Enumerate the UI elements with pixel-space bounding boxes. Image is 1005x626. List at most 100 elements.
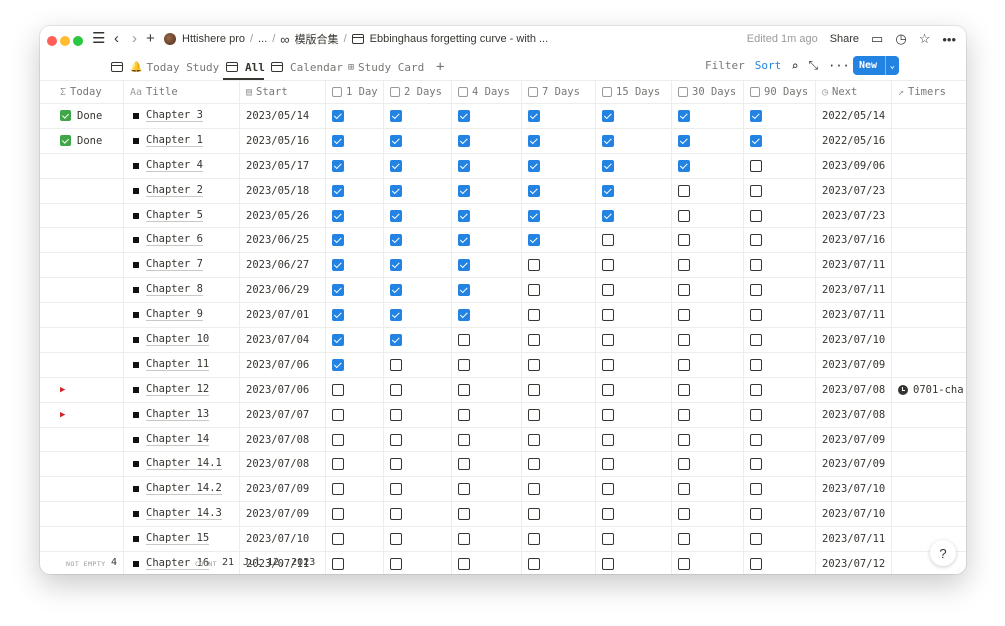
review-checkbox-7-days[interactable] (528, 358, 540, 371)
review-checkbox-90-days[interactable] (750, 533, 762, 546)
review-checkbox-7-days[interactable] (528, 309, 540, 322)
review-checkbox-90-days[interactable] (750, 483, 762, 496)
review-checkbox-15-days[interactable] (602, 159, 614, 172)
forward-icon[interactable]: › (132, 30, 137, 48)
table-row[interactable]: ▶ Chapter 13 2023/07/07 2023/07/08 (40, 402, 966, 428)
page-title-link[interactable]: Chapter 8 (146, 284, 203, 297)
review-checkbox-7-days[interactable] (528, 333, 540, 346)
page-title-link[interactable]: Chapter 2 (146, 184, 203, 197)
next-date-cell[interactable]: 2023/07/11 (816, 253, 892, 278)
review-checkbox-7-days[interactable] (528, 433, 540, 446)
start-date-cell[interactable]: 2023/07/01 (240, 303, 326, 328)
new-button[interactable]: New ⌄ (853, 56, 899, 75)
review-checkbox-90-days[interactable] (750, 333, 762, 346)
next-date-cell[interactable]: 2023/07/09 (816, 352, 892, 377)
today-cell[interactable] (54, 477, 124, 502)
new-page-icon[interactable]: + (146, 30, 155, 48)
review-checkbox-30-days[interactable] (678, 533, 690, 546)
more-icon[interactable]: ··· (828, 59, 850, 73)
page-title-link[interactable]: Chapter 14 (146, 433, 210, 446)
today-cell[interactable]: Done (54, 104, 124, 128)
review-checkbox-15-days[interactable] (602, 134, 614, 147)
timers-cell[interactable] (892, 104, 966, 128)
review-checkbox-90-days[interactable] (750, 109, 762, 122)
comments-icon[interactable]: ▭ (871, 31, 883, 47)
timers-cell[interactable] (892, 452, 966, 476)
start-date-cell[interactable]: 2023/07/08 (240, 427, 326, 452)
review-checkbox-15-days[interactable] (602, 383, 614, 396)
review-checkbox-30-days[interactable] (678, 508, 690, 521)
page-title-link[interactable]: Chapter 7 (146, 259, 203, 272)
today-cell[interactable] (54, 452, 124, 477)
review-checkbox-2-days[interactable] (390, 159, 402, 172)
column-7-days[interactable]: 7 Days (522, 81, 596, 103)
review-checkbox-15-days[interactable] (602, 259, 614, 272)
review-checkbox-1-day[interactable] (332, 109, 344, 122)
next-date-cell[interactable]: 2023/09/06 (816, 153, 892, 178)
review-checkbox-15-days[interactable] (602, 358, 614, 371)
sort-button[interactable]: Sort (755, 59, 782, 72)
today-cell[interactable] (54, 253, 124, 278)
timers-cell[interactable] (892, 477, 966, 501)
timers-cell[interactable] (892, 353, 966, 377)
page-title-link[interactable]: Chapter 5 (146, 209, 203, 222)
start-date-cell[interactable]: 2023/07/09 (240, 477, 326, 502)
timers-cell[interactable] (892, 204, 966, 228)
column-start[interactable]: ▤ Start (240, 81, 326, 103)
review-checkbox-7-days[interactable] (528, 259, 540, 272)
review-checkbox-7-days[interactable] (528, 134, 540, 147)
timers-cell[interactable] (892, 303, 966, 327)
review-checkbox-1-day[interactable] (332, 134, 344, 147)
review-checkbox-30-days[interactable] (678, 483, 690, 496)
start-date-cell[interactable]: 2023/06/25 (240, 228, 326, 253)
table-row[interactable]: Chapter 2 2023/05/18 2023/07/23 (40, 178, 966, 204)
more-options-icon[interactable]: ••• (942, 32, 956, 47)
review-checkbox-1-day[interactable] (332, 408, 344, 421)
start-date-cell[interactable]: 2023/05/17 (240, 153, 326, 178)
page-title-link[interactable]: Chapter 14.1 (146, 458, 222, 471)
timers-cell[interactable] (892, 154, 966, 178)
next-date-cell[interactable]: 2022/05/16 (816, 128, 892, 153)
page-title-link[interactable]: Chapter 9 (146, 309, 203, 322)
review-checkbox-15-days[interactable] (602, 109, 614, 122)
breadcrumb-workspace[interactable]: Httishere pro (182, 33, 245, 45)
review-checkbox-90-days[interactable] (750, 284, 762, 297)
review-checkbox-15-days[interactable] (602, 209, 614, 222)
start-date-cell[interactable]: 2023/07/06 (240, 352, 326, 377)
column-15-days[interactable]: 15 Days (596, 81, 672, 103)
review-checkbox-2-days[interactable] (390, 408, 402, 421)
timers-cell[interactable] (892, 129, 966, 153)
table-row[interactable]: Chapter 7 2023/06/27 2023/07/11 (40, 253, 966, 279)
review-checkbox-2-days[interactable] (390, 309, 402, 322)
review-checkbox-4-days[interactable] (458, 309, 470, 322)
start-date-cell[interactable]: 2023/05/16 (240, 128, 326, 153)
review-checkbox-1-day[interactable] (332, 284, 344, 297)
review-checkbox-1-day[interactable] (332, 333, 344, 346)
search-icon[interactable]: ⌕ (791, 59, 798, 73)
tab-study-card[interactable]: ⊞ Study Card (348, 57, 424, 77)
review-checkbox-15-days[interactable] (602, 284, 614, 297)
table-row[interactable]: Chapter 14.2 2023/07/09 2023/07/10 (40, 477, 966, 503)
tab-today-study[interactable]: 🔔 Today Study (111, 57, 219, 77)
review-checkbox-90-days[interactable] (750, 234, 762, 247)
review-checkbox-2-days[interactable] (390, 234, 402, 247)
review-checkbox-2-days[interactable] (390, 483, 402, 496)
review-checkbox-7-days[interactable] (528, 533, 540, 546)
review-checkbox-30-days[interactable] (678, 209, 690, 222)
review-checkbox-90-days[interactable] (750, 259, 762, 272)
column-1-day[interactable]: 1 Day (326, 81, 384, 103)
review-checkbox-30-days[interactable] (678, 109, 690, 122)
review-checkbox-2-days[interactable] (390, 358, 402, 371)
page-title-link[interactable]: Chapter 3 (146, 109, 203, 122)
review-checkbox-4-days[interactable] (458, 284, 470, 297)
today-cell[interactable] (54, 352, 124, 377)
today-cell[interactable] (54, 328, 124, 352)
review-checkbox-30-days[interactable] (678, 458, 690, 471)
title-cell[interactable]: Chapter 2 (124, 178, 240, 203)
review-checkbox-15-days[interactable] (602, 184, 614, 197)
review-checkbox-2-days[interactable] (390, 109, 402, 122)
title-cell[interactable]: Chapter 3 (124, 104, 240, 128)
page-title-link[interactable]: Chapter 15 (146, 533, 210, 546)
review-checkbox-90-days[interactable] (750, 508, 762, 521)
review-checkbox-30-days[interactable] (678, 234, 690, 247)
